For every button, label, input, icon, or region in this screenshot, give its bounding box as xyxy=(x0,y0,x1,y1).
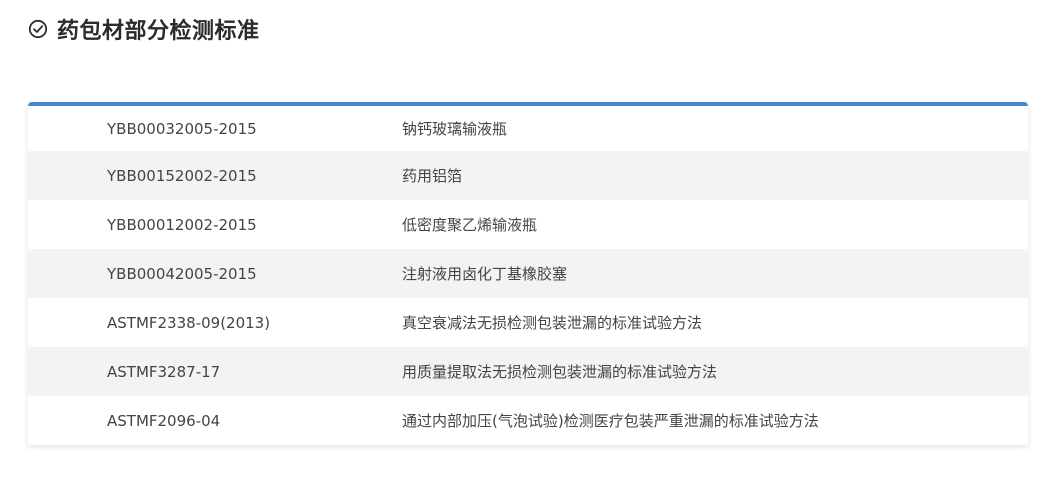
check-circle-icon xyxy=(28,19,48,39)
standard-name: 药用铝箔 xyxy=(402,167,463,185)
table-row: ASTMF2096-04 通过内部加压(气泡试验)检测医疗包装严重泄漏的标准试验… xyxy=(28,396,1028,445)
standard-code: ASTMF2338-09(2013) xyxy=(107,313,271,332)
table-row: YBB00012002-2015 低密度聚乙烯输液瓶 xyxy=(28,200,1028,249)
standard-name: 通过内部加压(气泡试验)检测医疗包装严重泄漏的标准试验方法 xyxy=(402,412,819,430)
standard-name: 注射液用卤化丁基橡胶塞 xyxy=(402,265,568,283)
standard-code: YBB00152002-2015 xyxy=(107,166,257,185)
table-row: YBB00152002-2015 药用铝箔 xyxy=(28,151,1028,200)
page-title: 药包材部分检测标准 xyxy=(57,19,260,44)
section-header: 药包材部分检测标准 xyxy=(28,12,260,46)
standard-code: YBB00012002-2015 xyxy=(107,215,257,234)
table-row: ASTMF2338-09(2013) 真空衰减法无损检测包装泄漏的标准试验方法 xyxy=(28,298,1028,347)
table-row: YBB00042005-2015 注射液用卤化丁基橡胶塞 xyxy=(28,249,1028,298)
standard-name: 钠钙玻璃输液瓶 xyxy=(402,120,508,138)
table-row: ASTMF3287-17 用质量提取法无损检测包装泄漏的标准试验方法 xyxy=(28,347,1028,396)
table-row: YBB00032005-2015 钠钙玻璃输液瓶 xyxy=(28,106,1028,151)
standard-code: YBB00032005-2015 xyxy=(107,119,257,138)
standard-code: ASTMF3287-17 xyxy=(107,362,221,381)
standard-code: ASTMF2096-04 xyxy=(107,411,221,430)
standards-table: YBB00032005-2015 钠钙玻璃输液瓶 YBB00152002-201… xyxy=(28,102,1028,445)
standard-name: 真空衰减法无损检测包装泄漏的标准试验方法 xyxy=(402,314,703,332)
page: 药包材部分检测标准 YBB00032005-2015 钠钙玻璃输液瓶 YBB00… xyxy=(0,0,1054,479)
standard-name: 用质量提取法无损检测包装泄漏的标准试验方法 xyxy=(402,363,718,381)
standard-code: YBB00042005-2015 xyxy=(107,264,257,283)
standard-name: 低密度聚乙烯输液瓶 xyxy=(402,216,538,234)
